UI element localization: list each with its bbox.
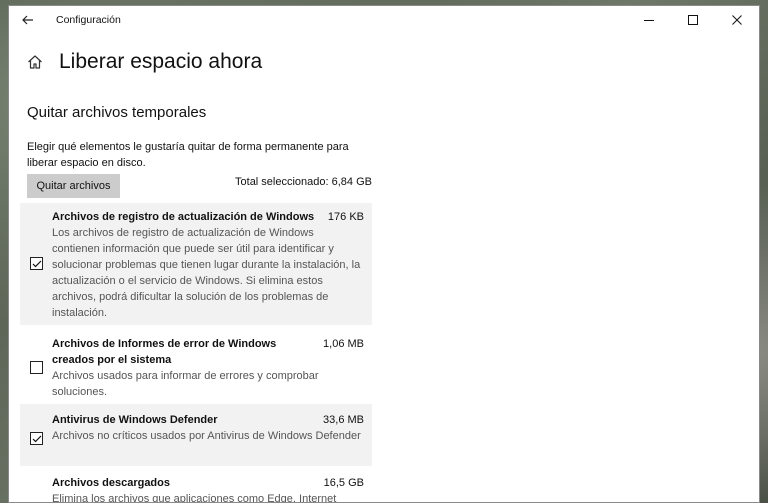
home-icon[interactable] [25,52,45,72]
list-item[interactable]: Archivos descargados 16,5 GB Elimina los… [20,471,372,503]
item-name: Archivos descargados [52,477,170,489]
page-title: Liberar espacio ahora [59,50,263,73]
item-size: 16,5 GB [323,477,364,489]
settings-window: Configuración Liberar espacio ahora Quit… [8,5,760,503]
checkmark-icon [32,435,41,442]
item-checkbox[interactable] [30,257,43,270]
list-item[interactable]: Antivirus de Windows Defender 33,6 MB Ar… [20,404,372,466]
arrow-left-icon [22,15,33,25]
app-title: Configuración [56,14,121,26]
window-controls [627,6,759,34]
maximize-icon [688,15,698,25]
checkmark-icon [32,260,41,267]
minimize-button[interactable] [627,6,671,34]
item-description: Los archivos de registro de actualizació… [52,227,361,319]
item-size: 176 KB [327,211,364,223]
item-name: Archivos de registro de actualización de… [52,211,315,223]
item-checkbox[interactable] [30,432,43,445]
item-description: Elimina los archivos que aplicaciones co… [52,493,337,503]
item-description: Archivos no críticos usados por Antiviru… [52,430,361,442]
close-button[interactable] [715,6,759,34]
item-checkbox[interactable] [30,361,43,374]
title-bar: Configuración [9,6,759,34]
total-selected-label: Total seleccionado: 6,84 GB [235,176,372,188]
page-header: Liberar espacio ahora [25,50,262,74]
remove-files-button[interactable]: Quitar archivos [27,174,120,198]
item-name: Antivirus de Windows Defender [52,414,218,426]
item-size: 33,6 MB [323,414,364,426]
list-item[interactable]: Archivos de registro de actualización de… [20,203,372,325]
maximize-button[interactable] [671,6,715,34]
section-description: Elegir qué elementos le gustaría quitar … [27,141,349,169]
item-size: 1,06 MB [323,338,364,350]
item-name: Archivos de Informes de error de Windows… [52,338,277,366]
close-icon [732,15,742,25]
list-item[interactable]: Archivos de Informes de error de Windows… [20,332,372,400]
item-description: Archivos usados para informar de errores… [52,370,319,398]
section-title: Quitar archivos temporales [27,104,207,121]
back-button[interactable] [9,6,47,34]
minimize-icon [644,20,654,21]
